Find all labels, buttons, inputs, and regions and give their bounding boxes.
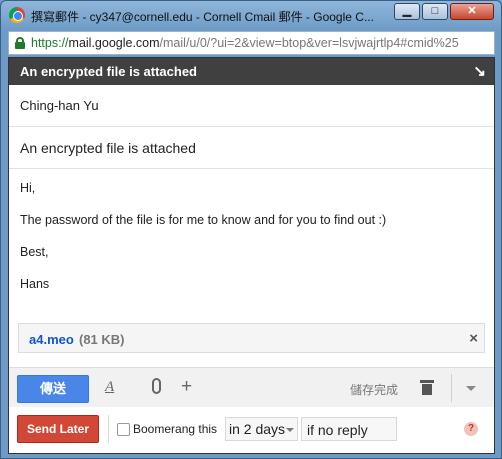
subject-field[interactable]: An encrypted file is attached — [9, 127, 494, 169]
draft-status: 儲存完成 — [350, 383, 399, 397]
minimize-button[interactable]: ▁ — [394, 3, 420, 20]
close-button[interactable]: ✕ — [450, 3, 494, 20]
expand-arrow-icon[interactable]: ↘ — [473, 62, 486, 80]
attachment-chip[interactable]: a4.meo (81 KB) × — [18, 323, 485, 353]
browser-window: 撰寫郵件 - cy347@cornell.edu - Cornell Cmail… — [0, 0, 502, 459]
window-title: 撰寫郵件 - cy347@cornell.edu - Cornell Cmail… — [31, 10, 374, 24]
compose-title: An encrypted file is attached — [20, 64, 197, 79]
subject-text: An encrypted file is attached — [20, 140, 196, 156]
title-bar: 撰寫郵件 - cy347@cornell.edu - Cornell Cmail… — [1, 1, 501, 29]
body-line: Best, — [20, 245, 49, 259]
paperclip-icon[interactable] — [152, 378, 161, 394]
attachment-name[interactable]: a4.meo — [29, 332, 74, 347]
boomerang-checkbox[interactable] — [117, 423, 130, 436]
chevron-down-icon — [286, 428, 294, 432]
attachment-size: (81 KB) — [79, 332, 125, 347]
body-line: Hans — [20, 277, 50, 291]
maximize-button[interactable]: □ — [422, 3, 448, 20]
url-text[interactable]: https://mail.google.com/mail/u/0/?ui=2&v… — [31, 36, 493, 50]
more-options-icon[interactable]: + — [181, 376, 192, 398]
boomerang-condition-select[interactable]: if no reply — [301, 417, 397, 441]
body-line: The password of the file is for me to kn… — [20, 213, 387, 227]
formatting-options-icon[interactable]: A — [105, 379, 114, 396]
send-later-button[interactable]: Send Later — [17, 415, 99, 443]
body-line: Hi, — [20, 181, 36, 195]
boomerang-bar: Send Later Boomerang this in 2 days if n… — [9, 408, 494, 453]
trash-icon[interactable] — [420, 380, 434, 395]
to-field[interactable]: Ching-han Yu — [9, 85, 494, 127]
remove-attachment-icon[interactable]: × — [469, 330, 478, 347]
chevron-down-icon[interactable] — [466, 386, 476, 391]
send-button[interactable]: 傳送 — [17, 375, 89, 403]
boomerang-help-icon[interactable]: ? — [464, 422, 478, 436]
compose-toolbar: 傳送 A + 儲存完成 — [9, 367, 494, 407]
compose-window: An encrypted file is attached ↘ Ching-ha… — [8, 57, 495, 454]
boomerang-divider — [108, 415, 109, 443]
chrome-icon — [9, 7, 25, 23]
toolbar-divider — [451, 374, 452, 402]
boomerang-label: Boomerang this — [133, 422, 218, 436]
boomerang-delay-select[interactable]: in 2 days — [225, 417, 298, 441]
recipient-name: Ching-han Yu — [20, 98, 99, 113]
address-bar[interactable]: https://mail.google.com/mail/u/0/?ui=2&v… — [8, 31, 495, 55]
compose-header: An encrypted file is attached ↘ — [9, 58, 494, 85]
lock-icon — [15, 37, 25, 49]
